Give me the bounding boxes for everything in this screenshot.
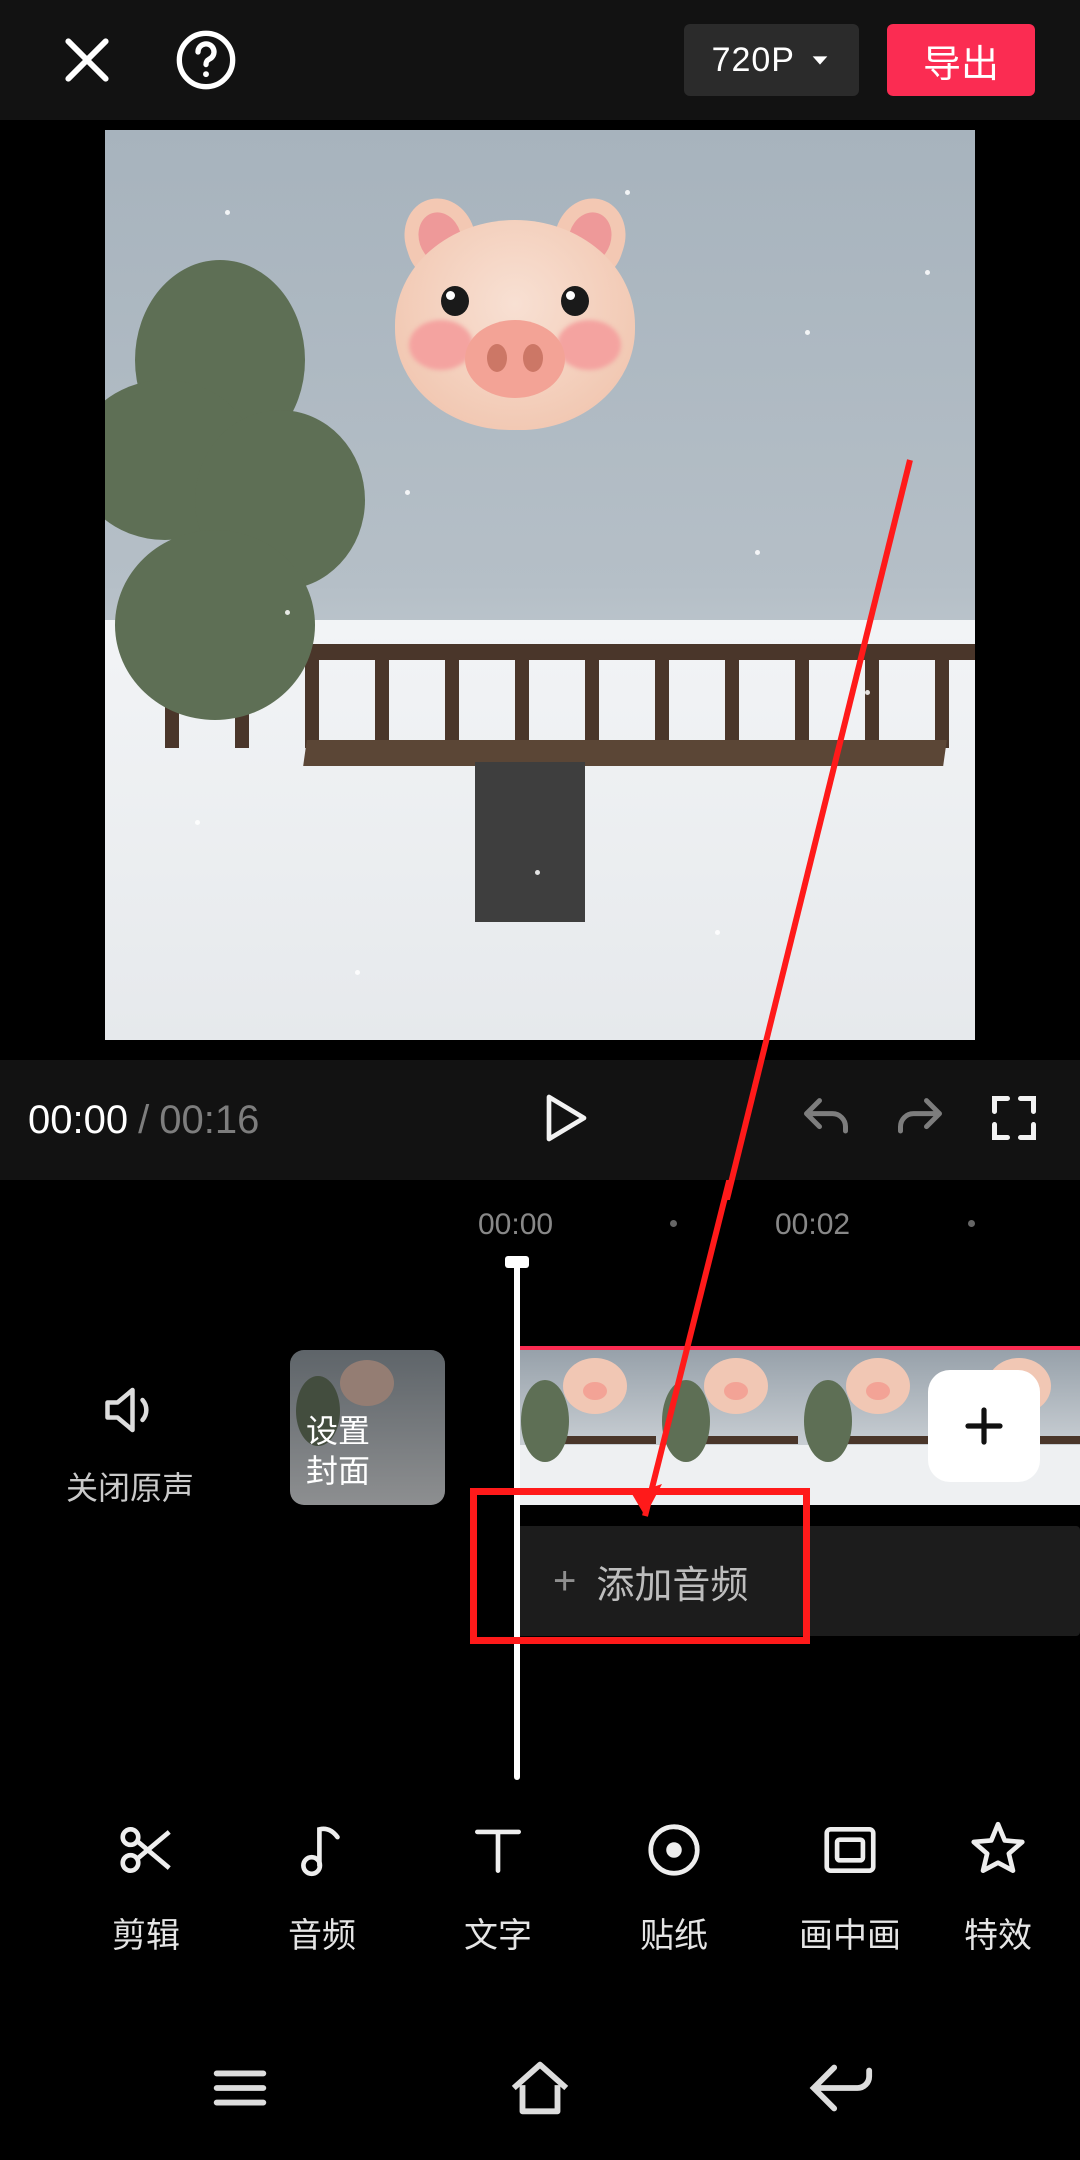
export-label: 导出 — [923, 33, 999, 88]
ruler-label-0: 00:00 — [478, 1208, 553, 1242]
cover-label-2: 封面 — [306, 1451, 429, 1491]
nav-recent-button[interactable] — [205, 2053, 275, 2128]
annotation-arrow — [0, 1180, 1080, 1870]
current-time: 00:00 — [28, 1098, 128, 1143]
resolution-selector[interactable]: 720P — [684, 24, 859, 96]
tool-pip[interactable]: 画中画 — [762, 1814, 938, 1957]
tool-label: 贴纸 — [640, 1908, 708, 1957]
tool-sticker[interactable]: 贴纸 — [586, 1814, 762, 1957]
timeline[interactable]: 00:00 00:02 关闭原声 设置 封面 + 添加音频 — [0, 1180, 1080, 1870]
tool-label: 画中画 — [799, 1908, 901, 1957]
fullscreen-button[interactable] — [988, 1092, 1040, 1149]
nav-back-button[interactable] — [805, 2053, 875, 2128]
playback-bar: 00:00 / 00:16 — [0, 1060, 1080, 1180]
total-time: 00:16 — [159, 1098, 259, 1143]
tool-label: 音频 — [288, 1908, 356, 1957]
playhead[interactable] — [514, 1260, 520, 1780]
scissors-icon — [115, 1814, 177, 1886]
add-clip-button[interactable] — [928, 1370, 1040, 1482]
picture-in-picture-icon — [819, 1814, 881, 1886]
ruler-dot — [670, 1220, 677, 1227]
help-button[interactable] — [174, 28, 238, 92]
timeline-ruler: 00:00 00:02 — [0, 1208, 1080, 1248]
undo-button[interactable] — [800, 1092, 852, 1149]
tool-label: 剪辑 — [112, 1908, 180, 1957]
close-button[interactable] — [55, 28, 119, 92]
tool-label: 特效 — [964, 1908, 1032, 1957]
music-note-icon — [291, 1814, 353, 1886]
redo-button[interactable] — [894, 1092, 946, 1149]
clip-frame — [656, 1350, 797, 1505]
android-nav-bar — [0, 2020, 1080, 2160]
pig-sticker — [375, 190, 655, 450]
ruler-dot — [968, 1220, 975, 1227]
set-cover-button[interactable]: 设置 封面 — [290, 1350, 445, 1505]
time-separator: / — [138, 1098, 149, 1143]
top-toolbar: 720P 导出 — [0, 0, 1080, 120]
tool-effects[interactable]: 特效 — [938, 1814, 1058, 1957]
ruler-label-1: 00:02 — [775, 1208, 850, 1242]
preview-tree — [105, 260, 375, 780]
preview-deck — [303, 740, 947, 766]
video-preview[interactable] — [105, 130, 975, 1040]
sticker-icon — [643, 1814, 705, 1886]
nav-home-button[interactable] — [505, 2053, 575, 2128]
mute-label: 关闭原声 — [0, 1463, 260, 1509]
play-button[interactable] — [535, 1090, 591, 1151]
preview-pier — [475, 762, 585, 922]
cover-label-1: 设置 — [306, 1411, 429, 1451]
plus-icon: + — [553, 1559, 576, 1604]
text-icon — [467, 1814, 529, 1886]
tool-text[interactable]: 文字 — [410, 1814, 586, 1957]
tool-edit[interactable]: 剪辑 — [58, 1814, 234, 1957]
resolution-label: 720P — [712, 41, 795, 80]
clip-frame — [515, 1350, 656, 1505]
tool-label: 文字 — [464, 1908, 532, 1957]
clip-frame — [798, 1350, 939, 1505]
mute-original-audio[interactable]: 关闭原声 — [0, 1380, 260, 1509]
chevron-down-icon — [809, 41, 831, 80]
bottom-toolbar: 剪辑 音频 文字 贴纸 画中画 特效 — [0, 1780, 1080, 1990]
tool-audio[interactable]: 音频 — [234, 1814, 410, 1957]
star-icon — [967, 1814, 1029, 1886]
export-button[interactable]: 导出 — [887, 24, 1035, 96]
add-audio-button[interactable]: + 添加音频 — [515, 1526, 1080, 1636]
add-audio-label: 添加音频 — [596, 1554, 748, 1609]
